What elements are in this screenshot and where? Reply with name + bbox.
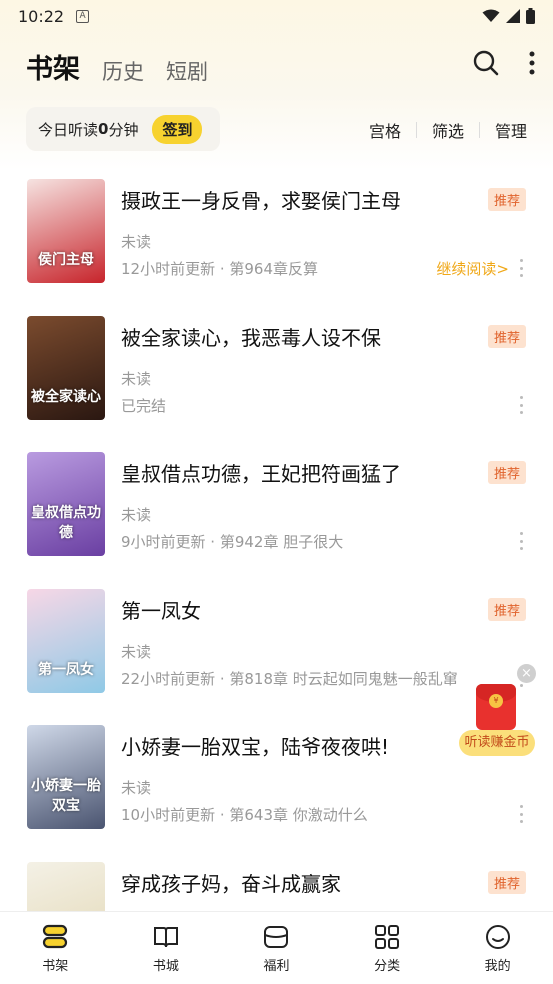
nav-welfare-label: 福利: [263, 959, 290, 974]
listen-prefix: 今日听读: [38, 120, 99, 139]
book-cover[interactable]: 小娇妻一胎双宝: [27, 725, 105, 829]
coin-icon: ¥: [489, 694, 503, 708]
recommend-badge: 推荐: [487, 871, 526, 894]
category-grid-icon: [375, 925, 400, 949]
nav-bookstore[interactable]: 书城: [126, 924, 206, 974]
divider: [415, 122, 417, 138]
top-tabs: 书架 历史 短剧: [26, 48, 208, 92]
nav-category-label: 分类: [374, 959, 401, 974]
grid-view-button[interactable]: 宫格: [369, 118, 401, 142]
shelf-actions: 宫格 筛选 管理: [369, 118, 527, 142]
sign-in-button[interactable]: 签到: [152, 114, 203, 144]
continue-reading-link[interactable]: 继续阅读>: [436, 258, 509, 279]
update-info: 12小时前更新 · 第964章反算: [121, 260, 319, 278]
book-item[interactable]: 侯门主母 摄政王一身反骨，求娶侯门主母 推荐未读 12小时前更新 · 第964章反算 继…: [0, 179, 553, 316]
book-more-icon[interactable]: [519, 259, 523, 277]
divider: [478, 122, 480, 138]
book-cover[interactable]: 侯门主母: [27, 179, 105, 283]
gift-icon: [264, 926, 289, 948]
book-cover-title: 皇叔借点功德: [31, 505, 101, 541]
nav-category[interactable]: 分类: [347, 924, 427, 974]
book-item[interactable]: 被全家读心 被全家读心，我恶毒人设不保 推荐未读已完结: [0, 316, 553, 453]
tab-bookshelf[interactable]: 书架: [26, 47, 80, 92]
profile-smile-icon: [485, 925, 510, 949]
book-cover-title: 被全家读心: [31, 389, 101, 405]
book-cover-title: 第一凤女: [38, 662, 94, 678]
top-actions: [473, 50, 535, 76]
book-title[interactable]: 第一凤女: [121, 595, 201, 624]
book-cover-title: 侯门主母: [38, 252, 94, 268]
status-bar: 10:22 A: [0, 0, 553, 32]
nav-bookshelf-label: 书架: [42, 959, 69, 974]
book-title[interactable]: 被全家读心，我恶毒人设不保: [121, 322, 381, 351]
more-menu-icon[interactable]: [529, 50, 535, 76]
book-item[interactable]: 皇叔借点功德 皇叔借点功德，王妃把符画猛了 推荐未读 9小时前更新 · 第942章 胆…: [0, 452, 553, 589]
book-title[interactable]: 穿成孩子妈，奋斗成赢家: [121, 868, 341, 897]
book-item[interactable]: 第一凤女 第一凤女 推荐 未读 22小时前更新 · 第818章 时云起如同鬼魅一般乱窜: [0, 589, 553, 726]
manage-button[interactable]: 管理: [495, 118, 527, 142]
bookshelf-icon: [43, 924, 68, 949]
listen-suffix: 分钟: [108, 120, 139, 139]
listen-earn-coins-button[interactable]: 听读赚金币: [459, 730, 535, 756]
read-status: 未读: [121, 779, 152, 797]
nav-mine-label: 我的: [484, 959, 511, 974]
status-time: 10:22: [18, 6, 65, 26]
recommend-badge: 推荐: [487, 325, 526, 348]
read-status: 未读: [121, 370, 152, 388]
signal-icon: [506, 9, 520, 23]
book-cover-title: 小娇妻一胎双宝: [31, 778, 101, 814]
recommend-badge: 推荐: [487, 598, 526, 621]
a-icon: A: [76, 9, 90, 23]
nav-mine[interactable]: 我的: [458, 924, 538, 974]
update-info: 10小时前更新 · 第643章 你激动什么: [121, 806, 368, 824]
tab-history[interactable]: 历史: [102, 56, 144, 92]
book-title[interactable]: 小娇妻一胎双宝，陆爷夜夜哄!: [121, 731, 389, 760]
update-info: 9小时前更新 · 第942章 胆子很大: [121, 533, 344, 551]
listen-time-card: 今日听读 0 分钟 签到: [26, 107, 220, 151]
red-packet-icon[interactable]: ¥: [476, 684, 516, 730]
nav-bookstore-label: 书城: [152, 959, 179, 974]
status-icons: [482, 8, 535, 24]
read-status: 未读: [121, 643, 152, 661]
listen-minutes: 0: [98, 120, 109, 138]
book-more-icon[interactable]: [519, 805, 523, 823]
update-info: 22小时前更新 · 第818章 时云起如同鬼魅一般乱窜: [121, 670, 458, 688]
tab-short-drama[interactable]: 短剧: [166, 56, 208, 92]
recommend-badge: 推荐: [487, 461, 526, 484]
filter-button[interactable]: 筛选: [432, 118, 464, 142]
book-cover[interactable]: 皇叔借点功德: [27, 452, 105, 556]
float-ad-close-button[interactable]: ×: [517, 664, 536, 683]
bottom-nav: 书架 书城 福利 分类 我的: [0, 911, 553, 984]
battery-icon: [526, 8, 535, 24]
book-cover[interactable]: 被全家读心: [27, 316, 105, 420]
nav-bookshelf[interactable]: 书架: [15, 924, 95, 974]
book-more-icon[interactable]: [519, 396, 523, 414]
recommend-badge: 推荐: [487, 188, 526, 211]
nav-welfare[interactable]: 福利: [236, 924, 316, 974]
book-title[interactable]: 皇叔借点功德，王妃把符画猛了: [121, 458, 401, 487]
search-icon[interactable]: [473, 50, 499, 76]
read-status: 未读: [121, 233, 152, 251]
wifi-icon: [482, 9, 500, 22]
book-title[interactable]: 摄政王一身反骨，求娶侯门主母: [121, 185, 401, 214]
book-open-icon: [153, 927, 178, 948]
book-cover[interactable]: 第一凤女: [27, 589, 105, 693]
book-more-icon[interactable]: [519, 532, 523, 550]
read-status: 未读: [121, 506, 152, 524]
update-info: 已完结: [121, 397, 167, 415]
